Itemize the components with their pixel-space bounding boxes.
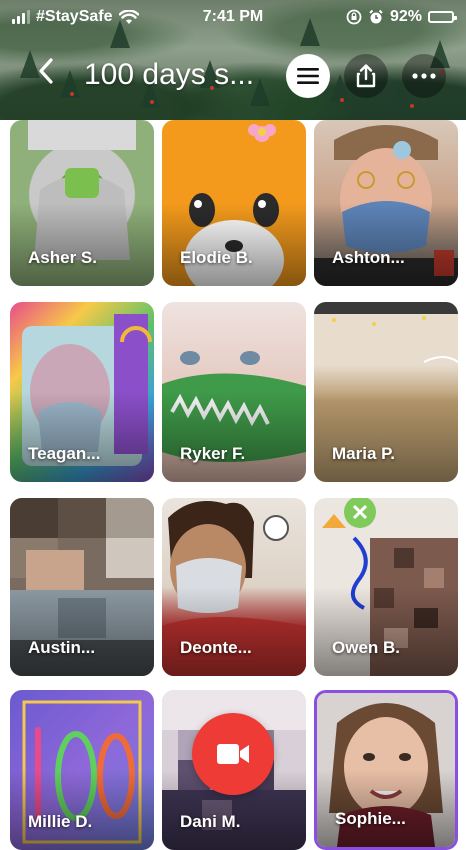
record-button[interactable] (192, 713, 274, 795)
share-icon (356, 64, 376, 88)
video-author-name: Ashton... (332, 248, 405, 267)
battery-icon (428, 11, 457, 23)
video-tile[interactable]: Sophie... (314, 690, 458, 850)
video-tile[interactable]: Teagan... (10, 302, 154, 482)
battery-percent: 92% (389, 8, 422, 25)
page-title: 100 days s... (84, 58, 255, 91)
alarm-icon (369, 9, 383, 24)
video-author-name: Dani M. (180, 812, 241, 831)
hamburger-menu-icon (297, 68, 319, 84)
video-author-name: Teagan... (28, 444, 101, 463)
video-author-name: Austin... (28, 638, 96, 657)
video-author-name: Maria P. (332, 444, 396, 463)
video-tile[interactable]: Elodie B. (162, 120, 306, 286)
video-author-name: Elodie B. (180, 248, 253, 267)
nav-bar: 100 days s... (0, 46, 466, 102)
share-button[interactable] (344, 54, 388, 98)
video-camera-icon (217, 744, 249, 764)
video-tile[interactable]: Owen B. (314, 498, 458, 676)
more-button[interactable] (402, 54, 446, 98)
status-bar: #StaySafe 7:41 PM 92% (0, 0, 466, 34)
chevron-left-icon (39, 58, 53, 84)
video-author-name: Ryker F. (180, 444, 246, 463)
back-button[interactable] (36, 56, 64, 92)
more-dots-icon (412, 73, 436, 79)
video-author-name: Deonte... (180, 638, 252, 657)
video-tile[interactable]: Deonte... (162, 498, 306, 676)
video-author-name: Asher S. (28, 248, 97, 267)
video-tile[interactable]: Maria P. (314, 302, 458, 482)
video-author-name: Sophie... (335, 809, 406, 828)
video-tile[interactable]: Ashton... (314, 120, 458, 286)
video-tile[interactable]: Austin... (10, 498, 154, 676)
rotation-lock-icon (346, 9, 362, 25)
video-author-name: Owen B. (332, 638, 401, 657)
video-tile[interactable]: Asher S. (10, 120, 154, 286)
menu-button[interactable] (286, 54, 330, 98)
video-author-name: Millie D. (28, 812, 93, 831)
status-right: 92% (346, 8, 457, 26)
header: #StaySafe 7:41 PM 92% 100 days s... (0, 0, 466, 120)
video-tile[interactable]: Ryker F. (162, 302, 306, 482)
video-tile[interactable]: Millie D. (10, 690, 154, 850)
